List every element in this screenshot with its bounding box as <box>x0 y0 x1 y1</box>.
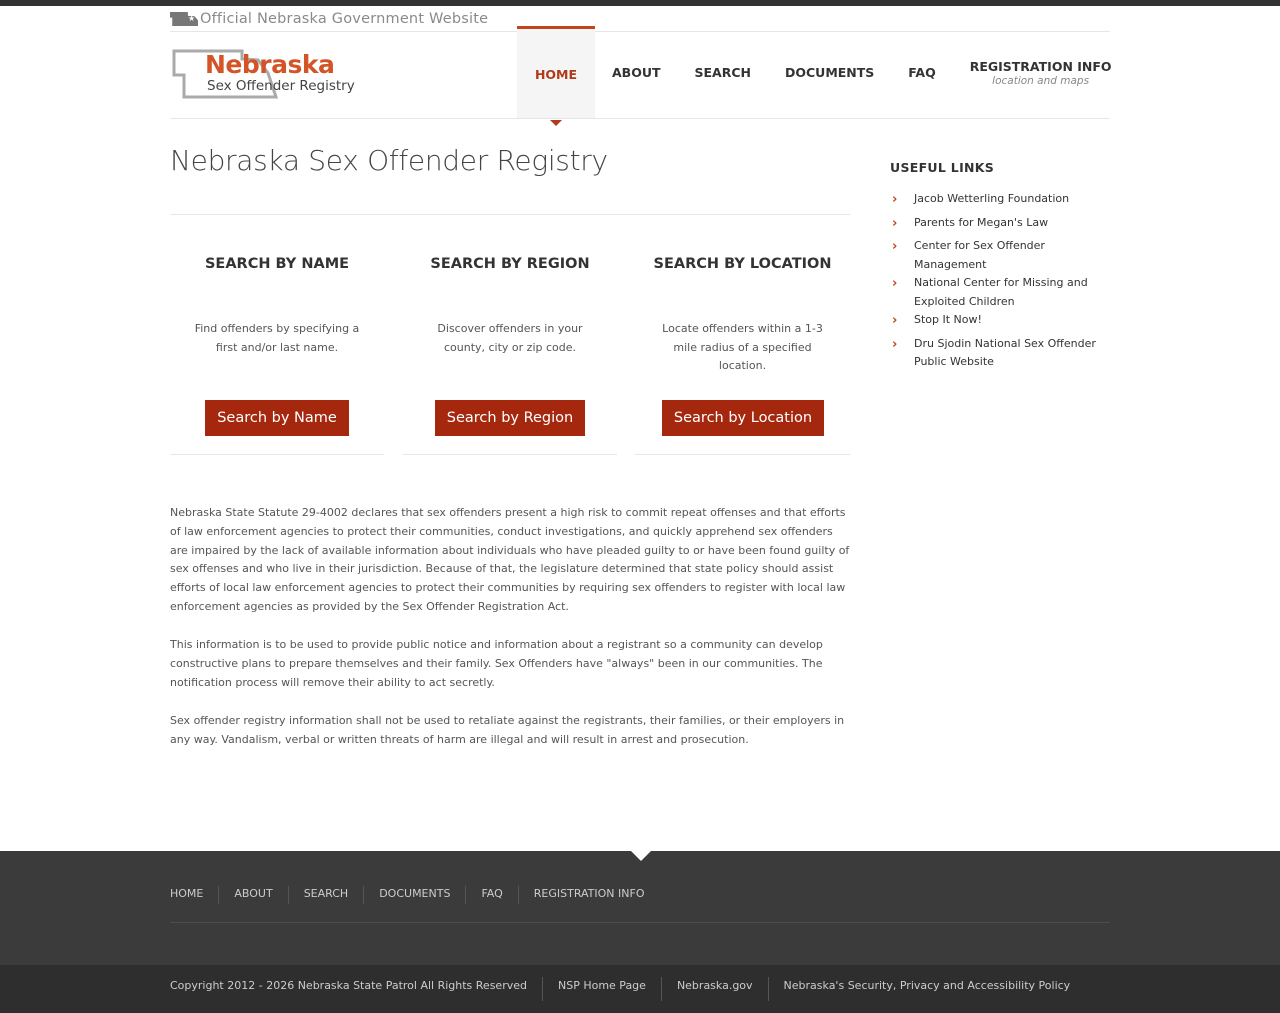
chevron-right-icon: › <box>892 336 898 352</box>
panel-heading: SEARCH BY REGION <box>430 256 590 272</box>
link-privacy-policy[interactable]: Nebraska's Security, Privacy and Accessi… <box>767 977 1086 1001</box>
title-divider <box>170 214 850 215</box>
search-by-location-button[interactable]: Search by Location <box>662 400 824 436</box>
statute-paragraph: Nebraska State Statute 29-4002 declares … <box>170 506 850 613</box>
panel-heading: SEARCH BY LOCATION <box>653 256 832 272</box>
bottom-bar: Copyright 2012 - 2026 Nebraska State Pat… <box>0 965 1280 1013</box>
link-nsp-home[interactable]: NSP Home Page <box>541 977 661 1001</box>
logo-title: Nebraska <box>205 50 335 79</box>
nav-home[interactable]: HOME <box>517 26 595 126</box>
link-parents-megans-law[interactable]: › Parents for Megan's Law <box>890 214 1110 233</box>
panel-description: Find offenders by specifying a first and… <box>194 322 360 354</box>
header-bottom-divider <box>170 118 1110 119</box>
nebraska-map-icon: ★ <box>170 12 198 26</box>
link-dru-sjodin[interactable]: › Dru Sjodin National Sex Offender Public… <box>890 335 1110 372</box>
link-stop-it-now[interactable]: › Stop It Now! <box>890 311 1110 330</box>
panel-description: Locate offenders within a 1-3 mile radiu… <box>662 322 823 373</box>
nav-registration-sub: location and maps <box>992 74 1090 87</box>
chevron-right-icon: › <box>892 276 898 291</box>
link-jacob-wetterling[interactable]: › Jacob Wetterling Foundation <box>890 190 1110 209</box>
footer-nav: HOME ABOUT SEARCH DOCUMENTS FAQ REGISTRA… <box>170 886 660 904</box>
bottom-links: Copyright 2012 - 2026 Nebraska State Pat… <box>170 977 1085 1001</box>
nav-search[interactable]: SEARCH <box>678 26 768 119</box>
nav-faq[interactable]: FAQ <box>891 26 952 119</box>
gov-label: Official Nebraska Government Website <box>200 11 489 27</box>
panel-description: Discover offenders in your county, city … <box>437 322 583 354</box>
search-by-region-button[interactable]: Search by Region <box>435 400 585 436</box>
search-by-location-panel: SEARCH BY LOCATION Locate offenders with… <box>635 240 850 455</box>
top-bar <box>0 0 1280 6</box>
panel-heading: SEARCH BY NAME <box>204 256 350 272</box>
useful-links-title: USEFUL LINKS <box>890 160 995 175</box>
notice-paragraph: This information is to be used to provid… <box>170 638 823 689</box>
chevron-right-icon: › <box>892 239 898 254</box>
gov-banner: ★ Official Nebraska Government Website <box>170 8 488 30</box>
search-by-name-panel: SEARCH BY NAME Find offenders by specify… <box>170 240 384 455</box>
copyright-text: Copyright 2012 - 2026 Nebraska State Pat… <box>170 979 527 992</box>
search-by-region-panel: SEARCH BY REGION Discover offenders in y… <box>403 240 617 455</box>
link-ncmec[interactable]: › National Center for Missing and Exploit… <box>890 274 1110 311</box>
panel-divider <box>403 454 617 455</box>
logo-subtitle: Sex Offender Registry <box>207 78 355 94</box>
chevron-right-icon: › <box>892 215 898 231</box>
footer-nav-home[interactable]: HOME <box>170 886 218 904</box>
footer-divider <box>170 922 1110 923</box>
panel-divider <box>635 454 850 455</box>
link-center-sex-offender-management[interactable]: › Center for Sex Offender Management <box>890 237 1110 274</box>
footer-nav-registration-info[interactable]: REGISTRATION INFO <box>517 886 660 904</box>
useful-links-list: › Jacob Wetterling Foundation › Parents fo… <box>890 190 1110 377</box>
panel-divider <box>170 454 384 455</box>
site-logo[interactable]: Nebraska Sex Offender Registry <box>172 46 358 102</box>
nav-about[interactable]: ABOUT <box>595 26 678 119</box>
warning-paragraph: Sex offender registry information shall … <box>170 714 845 746</box>
footer-nav-about[interactable]: ABOUT <box>218 886 287 904</box>
footer-nav-search[interactable]: SEARCH <box>287 886 364 904</box>
footer: HOME ABOUT SEARCH DOCUMENTS FAQ REGISTRA… <box>0 851 1280 965</box>
footer-nav-faq[interactable]: FAQ <box>465 886 517 904</box>
nav-registration-info[interactable]: REGISTRATION INFO location and maps <box>953 26 1132 119</box>
chevron-right-icon: › <box>892 313 898 328</box>
search-by-name-button[interactable]: Search by Name <box>205 400 349 436</box>
footer-nav-documents[interactable]: DOCUMENTS <box>363 886 465 904</box>
nav-documents[interactable]: DOCUMENTS <box>768 26 891 119</box>
footer-notch <box>631 851 651 861</box>
main-nav: HOME ABOUT SEARCH DOCUMENTS FAQ REGISTRA… <box>517 26 1132 126</box>
chevron-right-icon: › <box>892 192 898 207</box>
link-nebraska-gov[interactable]: Nebraska.gov <box>660 977 768 1001</box>
page-title: Nebraska Sex Offender Registry <box>170 144 608 177</box>
